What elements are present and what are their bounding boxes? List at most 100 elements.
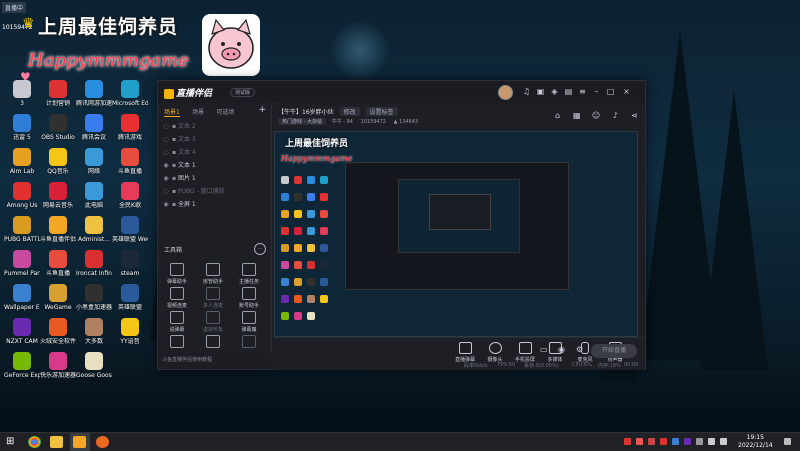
phone-cast-button[interactable]: 手机投屏 <box>510 342 540 363</box>
desktop-icon[interactable]: Pummel Party <box>4 250 40 277</box>
user-icon[interactable]: ☺ <box>592 111 601 120</box>
lock-icon[interactable]: ▪ <box>170 173 178 185</box>
desktop-icon[interactable]: 大多数 <box>76 318 112 345</box>
tray-app-icon[interactable] <box>660 438 667 445</box>
desktop-icon[interactable]: 腾讯游戏 <box>112 114 148 141</box>
lock-icon[interactable]: ▪ <box>170 121 178 133</box>
desktop-icon[interactable]: 英雄联盟 <box>112 284 148 311</box>
source-item[interactable]: ◌ ▪ 文本 2 <box>162 121 266 133</box>
gear-icon[interactable]: ⚙ <box>576 345 583 354</box>
lock-icon[interactable]: ▪ <box>170 147 178 159</box>
visibility-icon[interactable]: ◌ <box>162 121 170 133</box>
visibility-icon[interactable]: ◌ <box>162 186 170 198</box>
desktop-icon[interactable]: Goose Goose Duck <box>76 352 112 379</box>
visibility-icon[interactable]: ◌ <box>162 134 170 146</box>
maximize-icon[interactable]: □ <box>606 87 615 96</box>
source-item[interactable]: ◌ ▪ 文本 3 <box>162 134 266 146</box>
network-icon[interactable] <box>708 438 715 445</box>
lock-icon[interactable]: ▪ <box>170 199 178 211</box>
desktop-icon[interactable]: 小黑盒加速器 <box>76 284 112 311</box>
edit-title-button[interactable]: 修改 <box>339 107 360 116</box>
source-item[interactable]: ◉ ▪ 文本 1 <box>162 160 266 172</box>
desktop-icon[interactable]: GeForce Experience <box>4 352 40 379</box>
share-icon[interactable]: ⋖ <box>630 111 639 120</box>
firefox-icon[interactable] <box>96 436 109 448</box>
add-scene-button[interactable]: + <box>258 105 266 115</box>
toolbox-item[interactable]: 虚拟形象 <box>196 311 230 333</box>
tray-app-icon[interactable] <box>648 438 655 445</box>
toolbox-item[interactable]: 房管助手 <box>196 263 230 285</box>
desktop-icon[interactable]: 斗鱼直播 <box>112 148 148 175</box>
desktop-icon[interactable]: 英雄联盟 WeGame版 <box>112 216 148 243</box>
tab-scene-1[interactable]: 场景1 <box>164 107 180 117</box>
desktop-icon[interactable]: 腾讯网游加速器 <box>76 80 112 107</box>
toolbox-item[interactable]: 弹幕魔 <box>232 311 266 333</box>
minimize-icon[interactable]: – <box>592 87 601 96</box>
visibility-icon[interactable]: ◌ <box>162 147 170 159</box>
desktop-icon[interactable]: steam <box>112 250 148 277</box>
toolbox-item[interactable]: 主播任务 <box>232 263 266 285</box>
version-badge[interactable]: 测试版 <box>230 88 256 97</box>
lock-icon[interactable]: ▪ <box>170 134 178 146</box>
desktop-icon[interactable]: 火绒安全软件 <box>40 318 76 345</box>
toolbox-settings-icon[interactable]: ⋯ <box>254 243 266 255</box>
camera-button[interactable]: 摄像头 <box>480 342 510 363</box>
tray-app-icon[interactable] <box>624 438 631 445</box>
desktop-icon[interactable]: 全民K歌 <box>112 182 148 209</box>
tray-app-icon[interactable] <box>636 438 643 445</box>
toolbox-item[interactable]: 多人连麦 <box>196 287 230 309</box>
tray-app-icon[interactable] <box>684 438 691 445</box>
stream-preview[interactable]: 上周最佳饲养员 Happymmmgame <box>274 131 638 337</box>
desktop-icon[interactable]: 网易云音乐 <box>40 182 76 209</box>
desktop-icon[interactable]: Ironcat Infinity... <box>76 250 112 277</box>
shirt-icon[interactable]: ▣ <box>536 87 545 96</box>
source-item[interactable]: ◌ ▪ PUBG - 窗口捕获 <box>162 186 266 198</box>
desktop-icon[interactable]: 斗鱼直播 <box>40 250 76 277</box>
desktop-icon[interactable]: YY语音 <box>112 318 148 345</box>
lock-icon[interactable]: ▪ <box>170 186 178 198</box>
chart-icon[interactable]: ▤ <box>564 87 573 96</box>
eye-icon[interactable]: ◉ <box>558 345 565 354</box>
tray-app-icon[interactable] <box>672 438 679 445</box>
desktop-icon[interactable]: 网络 <box>76 148 112 175</box>
visibility-icon[interactable]: ◉ <box>162 199 170 211</box>
desktop-icon[interactable]: Administ... <box>76 216 112 243</box>
avatar[interactable] <box>498 85 513 100</box>
douyu-companion-icon[interactable] <box>73 436 86 448</box>
grid-icon[interactable]: ▦ <box>572 111 581 120</box>
source-item[interactable]: ◉ ▪ 全屏 1 <box>162 199 266 211</box>
headset-icon[interactable]: ♫ <box>522 87 531 96</box>
visibility-icon[interactable]: ◉ <box>162 160 170 172</box>
toolbox-item[interactable]: 视频连麦 <box>160 287 194 309</box>
tab-scene-3[interactable]: 可选场 <box>216 107 234 116</box>
toolbox-item[interactable]: 账号助手 <box>232 287 266 309</box>
desktop-icon[interactable]: PUBG BATTLEGR... <box>4 216 40 243</box>
tab-scene-2[interactable]: 场景 <box>192 107 204 116</box>
source-item[interactable]: ◌ ▪ 文本 4 <box>162 147 266 159</box>
desktop-icon[interactable]: 腾讯会议 <box>76 114 112 141</box>
desktop-icon[interactable]: 快乐游加速器 <box>40 352 76 379</box>
desktop-icon[interactable]: Microsoft Edge <box>112 80 148 107</box>
record-icon[interactable]: ▭ <box>540 345 548 354</box>
source-item[interactable]: ◉ ▪ 图片 1 <box>162 173 266 185</box>
desktop-icon[interactable]: Aim Lab <box>4 148 40 175</box>
desktop-icon[interactable]: 斗鱼直播伴侣 <box>40 216 76 243</box>
desktop-icon[interactable]: 迅雷 5 <box>4 114 40 141</box>
gift-icon[interactable]: ◈ <box>550 87 559 96</box>
desktop-icon[interactable]: 此电脑 <box>76 182 112 209</box>
bell-icon[interactable]: ♪ <box>611 111 620 120</box>
system-clock[interactable]: 19:15 2022/12/14 <box>738 434 773 450</box>
start-live-button[interactable]: 开始直播 <box>591 344 637 358</box>
menu-icon[interactable]: ≡ <box>578 87 587 96</box>
notification-icon[interactable] <box>784 438 791 445</box>
file-explorer-icon[interactable] <box>50 436 63 448</box>
store-icon[interactable]: ⌂ <box>553 111 562 120</box>
visibility-icon[interactable]: ◉ <box>162 173 170 185</box>
toolbox-item[interactable]: 弹幕助手 <box>160 263 194 285</box>
set-tag-button[interactable]: 设置标签 <box>365 107 398 116</box>
tutorial-link[interactable]: 斗鱼直播伴侣使用教程 <box>162 356 212 363</box>
tray-app-icon[interactable] <box>696 438 703 445</box>
close-icon[interactable]: × <box>622 87 631 96</box>
toolbox-item[interactable] <box>196 335 230 350</box>
toolbox-item[interactable]: 说弹幕 <box>160 311 194 333</box>
